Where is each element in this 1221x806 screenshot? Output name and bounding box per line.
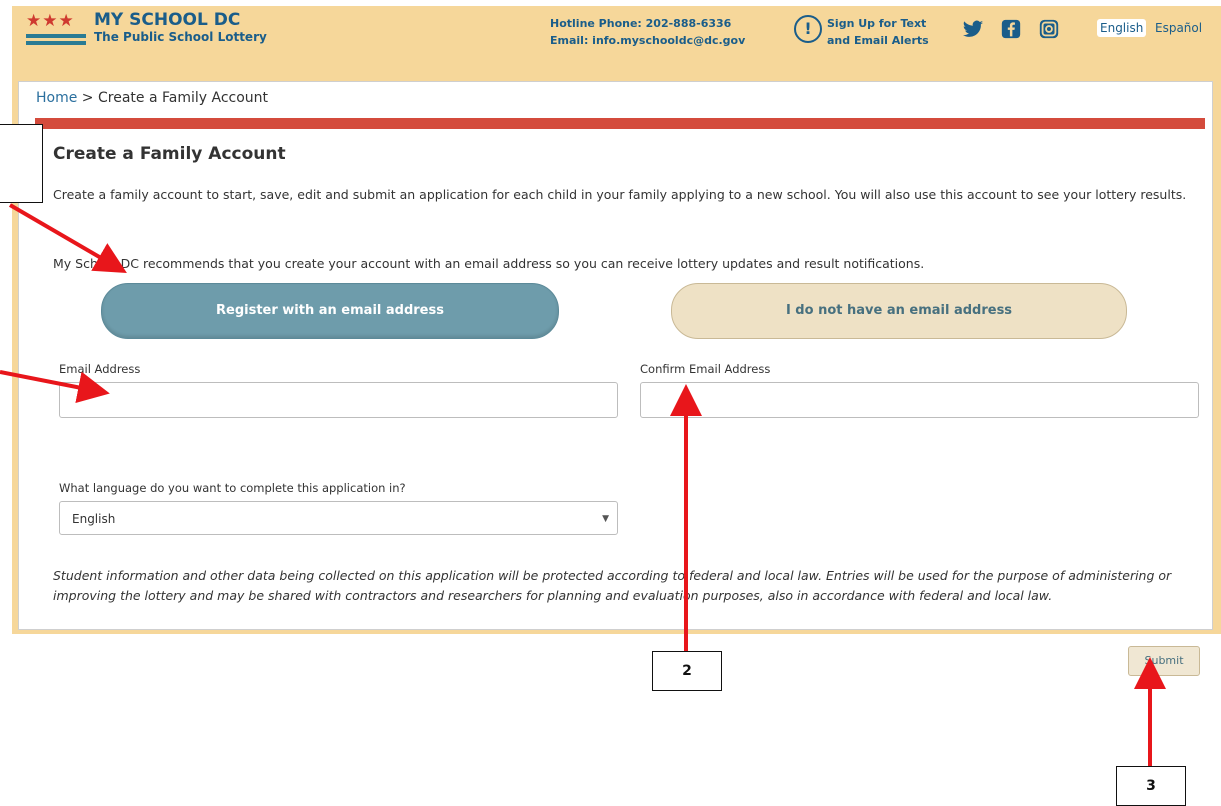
arrow-to-email-field — [0, 370, 110, 404]
arrow-to-register-button — [8, 203, 127, 274]
annotation-arrows — [0, 203, 1166, 766]
